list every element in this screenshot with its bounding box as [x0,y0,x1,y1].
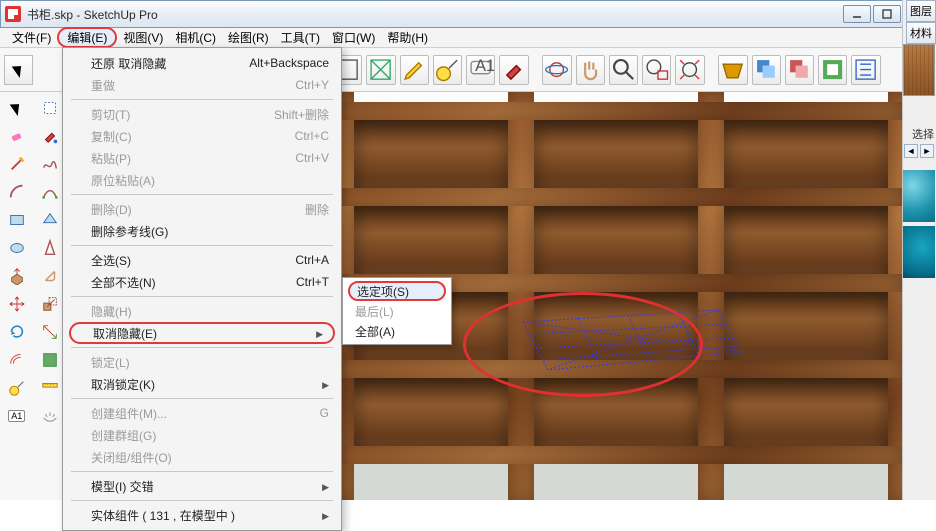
tool-shadows-icon[interactable] [752,55,781,85]
pushpull-tool[interactable] [3,264,31,288]
menu-redo[interactable]: 重做Ctrl+Y [65,74,339,96]
menu-help[interactable]: 帮助(H) [381,27,434,48]
menu-camera[interactable]: 相机(C) [169,27,222,48]
tape-tool[interactable] [3,376,31,400]
material-swatch-water2[interactable] [903,226,935,278]
menu-unlock[interactable]: 取消锁定(K) [65,373,339,395]
rect-tool[interactable] [3,208,31,232]
offset-tool[interactable] [3,348,31,372]
nav-forward-button[interactable]: ► [920,144,934,158]
eraser-tool[interactable] [3,124,31,148]
menubar: 文件(F) 编辑(E) 视图(V) 相机(C) 绘图(R) 工具(T) 窗口(W… [0,28,936,48]
section-tool[interactable] [36,348,64,372]
nav-back-button[interactable]: ◄ [904,144,918,158]
tab-layers[interactable]: 图层 [906,0,936,22]
menu-unhide[interactable]: 取消隐藏(E) [69,322,335,344]
window-title: 书柜.skp - SketchUp Pro [27,6,843,23]
menu-lock[interactable]: 锁定(L) [65,351,339,373]
tool-zoom-icon[interactable] [609,55,638,85]
axes-tool[interactable] [36,236,64,260]
menu-copy[interactable]: 复制(C)Ctrl+C [65,125,339,147]
tool-pan-icon[interactable] [576,55,605,85]
tab-materials[interactable]: 材料 [906,22,936,44]
annotation-ellipse [463,292,703,397]
maximize-button[interactable] [873,5,901,23]
select-tool-button[interactable] [4,55,33,85]
arc-tool[interactable] [3,180,31,204]
tool-zoomext-icon[interactable] [675,55,704,85]
followme-tool[interactable] [36,264,64,288]
menu-view[interactable]: 视图(V) [117,27,169,48]
freehand-tool[interactable] [36,152,64,176]
tool-orbit-icon[interactable] [542,55,571,85]
menu-draw[interactable]: 绘图(R) [222,27,275,48]
submenu-arrow-icon [316,326,323,340]
tool-tape-icon[interactable] [433,55,462,85]
walk-tool[interactable] [36,376,64,400]
svg-text:A1: A1 [475,57,494,75]
tool-styles-icon[interactable] [818,55,847,85]
menu-entity[interactable]: 实体组件 ( 131 , 在模型中 ) [65,504,339,526]
minimize-button[interactable] [843,5,871,23]
line-tool[interactable] [3,152,31,176]
menu-tools[interactable]: 工具(T) [275,27,326,48]
unhide-submenu: 选定项(S) 最后(L) 全部(A) [342,277,452,345]
dimension-tool[interactable] [36,320,64,344]
a1-badge: A1 [8,410,25,422]
menu-intersect[interactable]: 模型(I) 交错 [65,475,339,497]
cursor-icon [15,63,23,77]
submenu-all[interactable]: 全部(A) [345,321,449,341]
circle-tool[interactable] [3,236,31,260]
tool-fog-icon[interactable] [785,55,814,85]
paint-tool[interactable] [36,124,64,148]
tool-section-icon[interactable] [718,55,747,85]
titlebar: 书柜.skp - SketchUp Pro [0,0,936,28]
menu-close-group[interactable]: 关闭组/组件(O) [65,446,339,468]
menu-paste[interactable]: 粘贴(P)Ctrl+V [65,147,339,169]
polygon-tool[interactable] [36,180,64,204]
component-tool[interactable] [36,96,64,120]
app-icon [5,6,21,22]
protractor-tool[interactable] [36,208,64,232]
menu-make-component[interactable]: 创建组件(M)...G [65,402,339,424]
material-swatch-wood[interactable] [903,44,935,96]
menu-edit[interactable]: 编辑(E) [57,27,117,48]
left-toolbars: A1 [0,92,68,500]
right-tray: 图层 材料 选择 ◄ ► [902,0,936,500]
select-tool[interactable] [3,96,31,120]
look-tool[interactable] [36,404,64,428]
tool-wireframe-icon[interactable] [366,55,395,85]
submenu-arrow-icon [322,479,329,493]
submenu-arrow-icon [322,377,329,391]
submenu-arrow-icon [322,508,329,522]
menu-paste-in-place[interactable]: 原位粘贴(A) [65,169,339,191]
scale-tool[interactable] [36,292,64,316]
menu-undo[interactable]: 还原 取消隐藏Alt+Backspace [65,52,339,74]
rotate-tool[interactable] [3,320,31,344]
move-tool[interactable] [3,292,31,316]
menu-file[interactable]: 文件(F) [6,27,57,48]
tool-outliner-icon[interactable] [851,55,880,85]
text-tool[interactable]: A1 [3,404,31,428]
menu-delete-guides[interactable]: 删除参考线(G) [65,220,339,242]
materials-nav: ◄ ► [904,144,934,158]
menu-cut[interactable]: 剪切(T)Shift+删除 [65,103,339,125]
menu-make-group[interactable]: 创建群组(G) [65,424,339,446]
menu-hide[interactable]: 隐藏(H) [65,300,339,322]
tool-text-icon[interactable]: A1 [466,55,495,85]
material-swatch-water1[interactable] [903,170,935,222]
menu-select-all[interactable]: 全选(S)Ctrl+A [65,249,339,271]
menu-select-none[interactable]: 全部不选(N)Ctrl+T [65,271,339,293]
tool-paint-icon[interactable] [499,55,528,85]
edit-menu: 还原 取消隐藏Alt+Backspace 重做Ctrl+Y 剪切(T)Shift… [62,47,342,531]
materials-select-label: 选择 [912,126,934,142]
submenu-selected[interactable]: 选定项(S) [348,281,446,301]
tool-zoomwin-icon[interactable] [642,55,671,85]
tool-pencil-icon[interactable] [400,55,429,85]
submenu-last[interactable]: 最后(L) [345,301,449,321]
menu-window[interactable]: 窗口(W) [326,27,381,48]
menu-delete[interactable]: 删除(D)删除 [65,198,339,220]
